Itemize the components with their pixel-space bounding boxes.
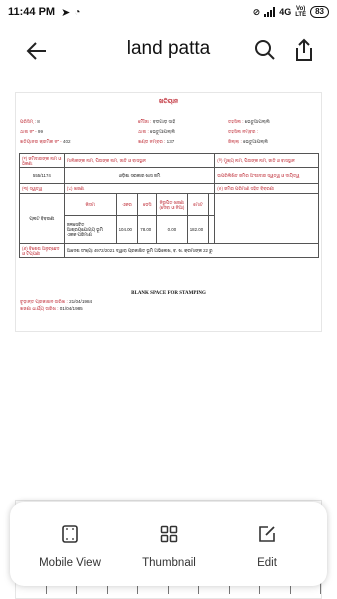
edit-label: Edit: [257, 557, 277, 569]
telegram-icon: ➤: [61, 6, 71, 19]
volte-bottom: LTE: [295, 12, 307, 18]
meta-label: ଥାନା :: [138, 129, 151, 134]
table-cell: ଡେସି: [137, 193, 158, 216]
date-label: ଚୂଡ଼ାନ୍ତ ପ୍ରକାଶନ ତାରିଖ :: [20, 299, 70, 304]
meta-value: 402: [62, 139, 71, 144]
meta-label: ତହସିଲ ନମ୍ବର :: [228, 129, 258, 134]
table-row: (୬) ବିଶେଷ ଅନୁଚ୍ଛେଦ ଓ ଟିପ୍ପଣୀ ଆଦେଶ ସଂଖ୍ୟା…: [19, 243, 320, 258]
table-cell: (୧) ଜମିଦାରଙ୍କ ନାମ ଓ ଠିକଣା: [19, 153, 65, 168]
meta-field: ମୌଜା : ବଡଗାଡ଼ ସାହି: [138, 119, 175, 124]
meta-label: ଖଣ୍ଡ ନମ୍ବର :: [138, 139, 167, 144]
table-cell: (୬) ବିଶେଷ ଅନୁଚ୍ଛେଦ ଓ ଟିପ୍ପଣୀ: [19, 243, 65, 258]
share-icon[interactable]: [292, 37, 316, 63]
edit-icon: [259, 526, 275, 542]
table-cell: ପ୍ଲଟ ବିବରଣୀ: [19, 193, 65, 244]
table-cell: ଏକର: [115, 193, 139, 216]
meta-field: ତହସିଲ : ଭେତୁଆପଲ୍ଲି: [228, 119, 270, 124]
table-cell: (୨) ମୁଖ୍ୟ ନାମ, ପିତାଙ୍କ ନାମ, ଜାତି ଓ ବାସସ୍…: [214, 153, 319, 168]
thumbnail-label: Thumbnail: [142, 557, 196, 569]
stamp-area-label: BLANK SPACE FOR STAMPING: [131, 291, 206, 296]
date-value: 21/04/1984: [69, 299, 93, 304]
meta-field: ଜିଲ୍ଲା : ଭେତୁଆପଲ୍ଲି: [228, 139, 268, 144]
meta-label: ତହସିଲ :: [228, 119, 245, 124]
date-value: 01/04/1985: [59, 306, 83, 311]
document-title: ଖତିୟାନ: [158, 99, 179, 105]
meta-field: ଖଣ୍ଡ ନମ୍ବର : 137: [138, 139, 174, 144]
meta-label: ପରିସିମ୍ :: [20, 119, 38, 124]
table-cell: 0.00: [156, 215, 188, 244]
signal-icon: [264, 7, 276, 17]
thumbnail-grid-icon: [160, 525, 178, 543]
final-publication-date: ଚୂଡ଼ାନ୍ତ ପ୍ରକାଶନ ତାରିଖ : 21/04/1984: [20, 299, 92, 304]
table-cell: 78.00: [137, 215, 158, 244]
meta-value: ଭେତୁଆପଲ୍ଲି: [243, 139, 269, 144]
document-page[interactable]: ଖତିୟାନ ପରିସିମ୍ : 8 ମୌଜା : ବଡଗାଡ଼ ସାହି ତହ…: [15, 92, 322, 332]
table-cell: ଆଦେଶ ସଂଖ୍ୟା 4972/2021 ଦ୍ୱାରା ପ୍ରକାଶିତ ଭୂ…: [63, 243, 320, 258]
table-cell: ଜଳସେଚିତ ଆଶ୍ରୟଯୋଗ୍ୟ ଭୂମି ଏକକ ପରିମାଣ: [63, 215, 117, 244]
meta-label: ଜିଲ୍ଲା :: [228, 139, 244, 144]
volte-indicator: Vo) LTE: [295, 6, 306, 18]
table-cell: (୪) ଖଜଣା: [63, 183, 216, 194]
chat-icon: ◔: [74, 6, 81, 18]
table-row: (୧) ଜମିଦାରଙ୍କ ନାମ ଓ ଠିକଣା ମାଲିକଙ୍କ ନାମ, …: [19, 153, 319, 168]
mobile-view-label: Mobile View: [39, 557, 101, 569]
table-row: ପ୍ଲଟ ବିବରଣୀ କିସମ ଏକର ଡେସି ନିରୁପିତ ଖଜଣା (…: [19, 193, 319, 244]
meta-value: ଭେତୁଆପଲ୍ଲି: [244, 119, 270, 124]
meta-label: ଥାନା ନଂ -: [20, 129, 38, 134]
mobile-view-button[interactable]: Mobile View: [25, 524, 115, 569]
meta-field: ଥାନା ନଂ - 99: [20, 129, 43, 134]
table-cell: [214, 193, 319, 244]
table-row: 555/1174 ଓଡ଼ିଶା ସରକାର ଖାସ ଜମି ଉପରିଲିଖିତ …: [19, 167, 319, 184]
battery-level: 83: [315, 7, 324, 16]
table-cell: ମୋଟ: [186, 193, 210, 216]
status-bar: 11:44 PM ➤ ◔ ⊘ 4G Vo) LTE 83: [0, 0, 337, 24]
meta-field: ଥାନା : ଭେତୁଆପଲ୍ଲି: [138, 129, 175, 134]
edit-button[interactable]: Edit: [222, 524, 312, 569]
meta-field: ଖତିୟାନର କ୍ରମିକ ନଂ - 402: [20, 139, 71, 144]
meta-value: 137: [166, 139, 175, 144]
meta-value: ଭେତୁଆପଲ୍ଲି: [150, 129, 176, 134]
thumbnail-button[interactable]: Thumbnail: [124, 524, 214, 569]
table-cell: ନିରୁପିତ ଖଜଣା (ଦେବା ଓ ନିଆ): [156, 193, 188, 216]
bottom-action-sheet: Mobile View Thumbnail Edit: [10, 502, 327, 586]
table-cell: 182.00: [186, 215, 210, 244]
app-bar: land patta: [0, 24, 337, 78]
meta-field: ପରିସିମ୍ : 8: [20, 119, 40, 124]
table-cell: (୫) ଜମିର ପରିମାଣ ସହିତ ବିବରଣୀ: [214, 183, 319, 194]
table-cell: 555/1174: [19, 167, 65, 184]
meta-label: ଖତିୟାନର କ୍ରମିକ ନଂ -: [20, 139, 63, 144]
status-time: 11:44 PM: [8, 6, 56, 18]
table-row: (୩) ସ୍ୱତ୍ୱ (୪) ଖଜଣା (୫) ଜମିର ପରିମାଣ ସହିତ…: [19, 183, 319, 194]
battery-icon: 83: [310, 6, 329, 18]
meta-value: ବଡଗାଡ଼ ସାହି: [152, 119, 176, 124]
table-cell: ଉପରିଲିଖିତ ଜମିର ଅଂଶୀଦାର ସ୍ୱତ୍ୱ ଓ ଦାୟିତ୍ୱ: [214, 167, 319, 184]
table-cell: (୩) ସ୍ୱତ୍ୱ: [19, 183, 65, 194]
table-cell: ମାଲିକଙ୍କ ନାମ, ପିତାଙ୍କ ନାମ, ଜାତି ଓ ବାସସ୍ଥ…: [63, 153, 216, 168]
date-label: ଖଜଣା ଧାର୍ଯ୍ୟ ତାରିଖ :: [20, 306, 60, 311]
meta-label: ମୌଜା :: [138, 119, 153, 124]
table-cell: ଓଡ଼ିଶା ସରକାର ଖାସ ଜମି: [63, 167, 216, 184]
search-icon[interactable]: [253, 38, 277, 62]
rent-assessment-date: ଖଜଣା ଧାର୍ଯ୍ୟ ତାରିଖ : 01/04/1985: [20, 306, 83, 311]
meta-value: 99: [37, 129, 44, 134]
meta-value: 8: [37, 119, 40, 124]
mobile-view-icon: [62, 525, 78, 543]
table-cell: 104.00: [115, 215, 139, 244]
vibrate-mute-icon: ⊘: [252, 6, 261, 17]
page-title: land patta: [126, 38, 211, 59]
table-cell: କିସମ: [63, 193, 117, 216]
meta-field: ତହସିଲ ନମ୍ବର :: [228, 129, 258, 134]
khatiyan-table: (୧) ଜମିଦାରଙ୍କ ନାମ ଓ ଠିକଣା ମାଲିକଙ୍କ ନାମ, …: [19, 153, 320, 258]
network-type: 4G: [279, 7, 292, 17]
